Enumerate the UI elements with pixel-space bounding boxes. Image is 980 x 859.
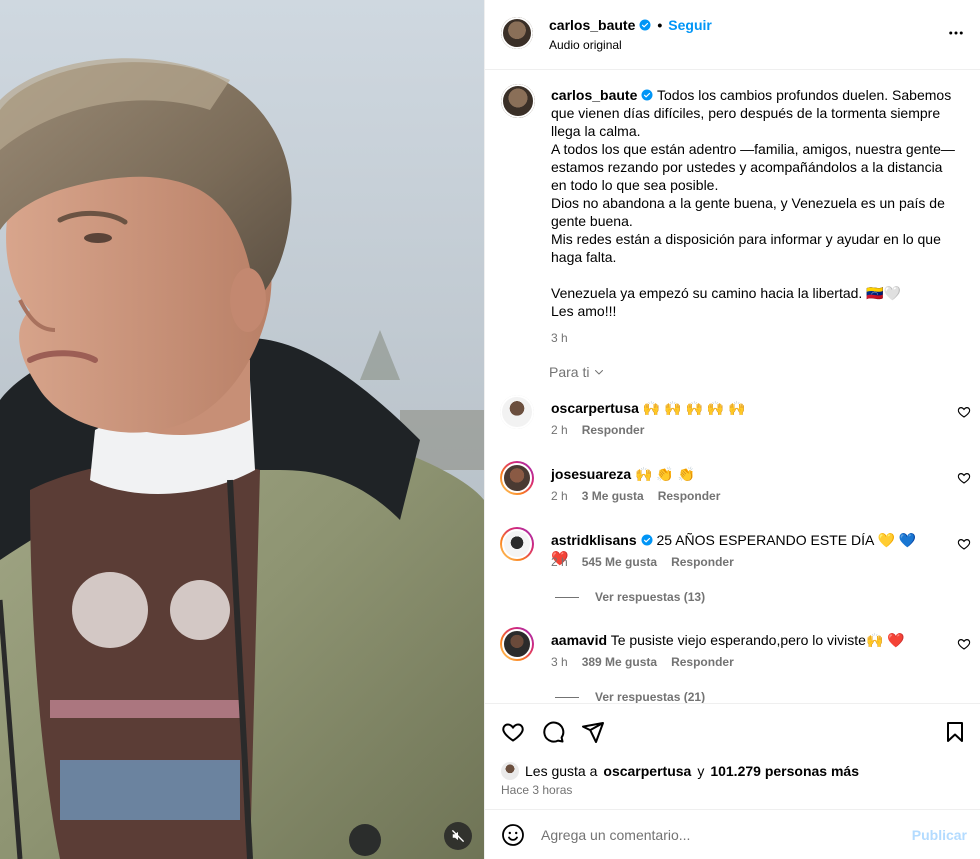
caption-line: A todos los que están adentro —familia, … bbox=[551, 141, 955, 157]
caption-username[interactable]: carlos_baute bbox=[551, 87, 637, 103]
comment-likes[interactable]: 389 Me gusta bbox=[582, 655, 657, 669]
comment-item: oscarpertusa 🙌 🙌 🙌 🙌 🙌 2 h Responder bbox=[485, 395, 980, 455]
like-comment-heart-icon[interactable] bbox=[957, 637, 971, 651]
like-comment-heart-icon[interactable] bbox=[957, 537, 971, 551]
post-details-panel: carlos_baute • Seguir Audio original car… bbox=[484, 0, 980, 859]
comment-time[interactable]: 2 h bbox=[551, 489, 568, 503]
verified-badge-icon bbox=[639, 19, 651, 31]
more-options-icon[interactable] bbox=[947, 24, 965, 42]
commenter-username[interactable]: josesuareza bbox=[551, 466, 631, 482]
verified-badge-icon bbox=[641, 534, 653, 546]
post-header: carlos_baute • Seguir Audio original bbox=[485, 0, 980, 70]
likes-count[interactable]: 101.279 personas más bbox=[710, 763, 859, 779]
caption-line: llega la calma. bbox=[551, 123, 641, 139]
commenter-avatar[interactable] bbox=[500, 461, 534, 495]
emoji-icon[interactable] bbox=[501, 823, 525, 847]
comment-likes[interactable]: 3 Me gusta bbox=[582, 489, 644, 503]
like-heart-icon[interactable] bbox=[501, 720, 525, 744]
likes-prefix: Les gusta a bbox=[525, 763, 598, 779]
comment-text-row: josesuareza 🙌 👏 👏 bbox=[551, 465, 931, 483]
comment-text: Te pusiste viejo esperando,pero lo vivis… bbox=[610, 632, 905, 648]
audio-label[interactable]: Audio original bbox=[549, 38, 622, 52]
comment-meta: 2 h 3 Me gusta Responder bbox=[551, 489, 720, 503]
liker-avatar bbox=[501, 762, 519, 780]
speaker-muted-icon bbox=[452, 830, 464, 842]
commenter-avatar[interactable] bbox=[500, 527, 534, 561]
reply-button[interactable]: Responder bbox=[671, 555, 734, 569]
comment-time[interactable]: 2 h bbox=[551, 423, 568, 437]
replies-divider-line bbox=[555, 596, 579, 598]
post-caption: carlos_baute Todos los cambios profundos… bbox=[551, 86, 963, 347]
likes-and: y bbox=[697, 763, 705, 779]
reply-button[interactable]: Responder bbox=[582, 423, 645, 437]
reply-button[interactable]: Responder bbox=[658, 489, 721, 503]
post-video[interactable] bbox=[0, 0, 484, 859]
comment-text-row: aamavid Te pusiste viejo esperando,pero … bbox=[551, 631, 931, 649]
comment-item: josesuareza 🙌 👏 👏 2 h 3 Me gusta Respond… bbox=[485, 461, 980, 521]
caption-author-avatar[interactable] bbox=[501, 84, 535, 118]
save-bookmark-icon[interactable] bbox=[943, 720, 967, 744]
caption-line: Venezuela ya empezó su camino hacia la l… bbox=[551, 285, 902, 301]
view-replies-button[interactable]: Ver respuestas (21) bbox=[555, 690, 705, 703]
comment-input[interactable] bbox=[541, 822, 901, 848]
post-timestamp[interactable]: Hace 3 horas bbox=[501, 783, 572, 797]
caption-line: Mis redes están a disposición para infor… bbox=[551, 231, 941, 247]
commenter-username[interactable]: aamavid bbox=[551, 632, 607, 648]
comment-time[interactable]: 2 h bbox=[551, 555, 568, 569]
verified-badge-icon bbox=[641, 89, 653, 101]
author-username[interactable]: carlos_baute bbox=[549, 17, 635, 33]
add-comment-bar: Publicar bbox=[485, 809, 980, 859]
author-avatar[interactable] bbox=[501, 17, 533, 49]
commenter-username[interactable]: astridklisans bbox=[551, 532, 637, 548]
follow-button[interactable]: Seguir bbox=[668, 17, 712, 33]
view-replies-button[interactable]: Ver respuestas (13) bbox=[555, 590, 705, 604]
commenter-avatar[interactable] bbox=[500, 627, 534, 661]
commenter-username[interactable]: oscarpertusa bbox=[551, 400, 639, 416]
video-frame bbox=[0, 0, 484, 859]
sort-label: Para ti bbox=[549, 364, 590, 380]
reply-button[interactable]: Responder bbox=[671, 655, 734, 669]
likes-summary[interactable]: Les gusta a oscarpertusa y 101.279 perso… bbox=[501, 762, 859, 780]
caption-line: gente buena. bbox=[551, 213, 633, 229]
comment-text-row: oscarpertusa 🙌 🙌 🙌 🙌 🙌 bbox=[551, 399, 931, 417]
like-comment-heart-icon[interactable] bbox=[957, 471, 971, 485]
mute-button[interactable] bbox=[444, 822, 472, 850]
caption-line: que vienen días difíciles, pero después … bbox=[551, 105, 941, 121]
comments-scroll-area[interactable]: carlos_baute Todos los cambios profundos… bbox=[485, 71, 980, 703]
share-paper-plane-icon[interactable] bbox=[581, 720, 605, 744]
instagram-post-modal: carlos_baute • Seguir Audio original car… bbox=[0, 0, 980, 859]
commenter-avatar[interactable] bbox=[500, 395, 534, 429]
comment-likes[interactable]: 545 Me gusta bbox=[582, 555, 657, 569]
replies-divider-line bbox=[555, 696, 579, 698]
comment-meta: 2 h Responder bbox=[551, 423, 644, 437]
comment-time[interactable]: 3 h bbox=[551, 655, 568, 669]
caption-line: Todos los cambios profundos duelen. Sabe… bbox=[657, 87, 952, 103]
caption-time[interactable]: 3 h bbox=[551, 329, 963, 347]
comment-text: 🙌 🙌 🙌 🙌 🙌 bbox=[642, 400, 746, 416]
view-replies-label: Ver respuestas (21) bbox=[595, 690, 706, 703]
post-actions: Les gusta a oscarpertusa y 101.279 perso… bbox=[485, 703, 980, 809]
comment-item: aamavid Te pusiste viejo esperando,pero … bbox=[485, 627, 980, 687]
sort-comments-dropdown[interactable]: Para ti bbox=[549, 364, 605, 380]
comment-meta: 3 h 389 Me gusta Responder bbox=[551, 655, 734, 669]
like-comment-heart-icon[interactable] bbox=[957, 405, 971, 419]
caption-line: Les amo!!! bbox=[551, 303, 617, 319]
liker-username[interactable]: oscarpertusa bbox=[603, 763, 691, 779]
chevron-down-icon bbox=[595, 370, 604, 375]
caption-blank-line bbox=[551, 266, 963, 284]
caption-line: Dios no abandona a la gente buena, y Ven… bbox=[551, 195, 945, 211]
comment-item: astridklisans 25 AÑOS ESPERANDO ESTE DÍA… bbox=[485, 527, 980, 587]
caption-line: en todo lo que sea posible. bbox=[551, 177, 719, 193]
view-replies-label: Ver respuestas (13) bbox=[595, 590, 706, 604]
comment-bubble-icon[interactable] bbox=[541, 720, 565, 744]
comment-text: 🙌 👏 👏 bbox=[635, 466, 696, 482]
publish-button[interactable]: Publicar bbox=[912, 827, 967, 843]
caption-line: haga falta. bbox=[551, 249, 617, 265]
separator-dot: • bbox=[657, 17, 663, 33]
caption-line: estamos rezando por ustedes y acompañánd… bbox=[551, 159, 943, 175]
comment-meta: 2 h 545 Me gusta Responder bbox=[551, 555, 734, 569]
